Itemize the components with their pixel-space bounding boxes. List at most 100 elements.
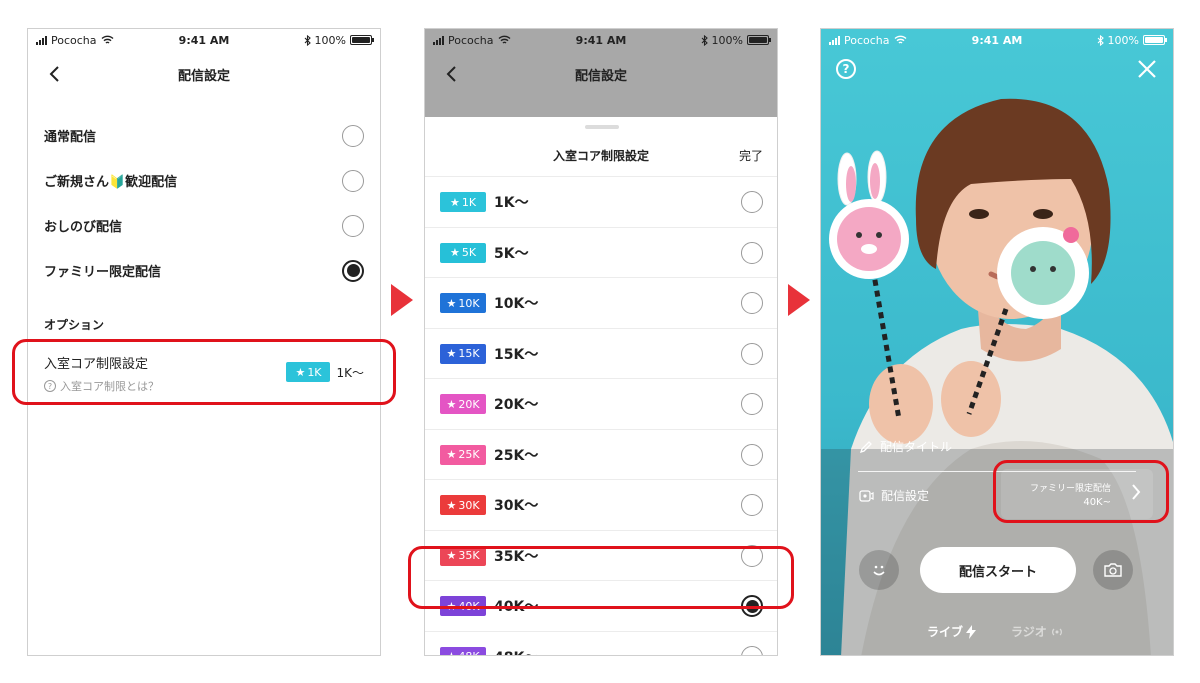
level-row[interactable]: ★48K 48K〜: [425, 630, 777, 655]
option-family-only[interactable]: ファミリー限定配信: [44, 248, 364, 293]
star-icon: ★: [446, 448, 457, 461]
option-normal[interactable]: 通常配信: [44, 113, 364, 158]
star-icon: ★: [446, 347, 457, 360]
back-button[interactable]: [42, 62, 66, 86]
star-icon: ★: [446, 498, 457, 512]
flow-arrow-icon: [391, 284, 413, 316]
option-label: ファミリー限定配信: [44, 265, 162, 280]
battery-icon: [747, 35, 771, 45]
radio-button[interactable]: [741, 443, 763, 466]
star-icon: ★: [446, 650, 456, 655]
level-badge-text: 25K: [458, 448, 480, 461]
radio-button[interactable]: [342, 169, 364, 192]
option-label: おしのび配信: [44, 220, 123, 235]
level-row[interactable]: ★ 20K 20K〜: [425, 378, 777, 429]
clock: 9:41 AM: [178, 33, 230, 47]
battery-icon: [1143, 35, 1167, 45]
radio-button[interactable]: [741, 393, 763, 415]
sheet-grip-handle[interactable]: [585, 125, 619, 129]
settings-icon: [859, 489, 874, 502]
sheet-title: 入室コア制限設定: [552, 149, 649, 163]
radio-button[interactable]: [741, 191, 763, 213]
clock: 9:41 AM: [575, 33, 627, 47]
level-row[interactable]: ★ 15K 15K〜: [425, 327, 777, 379]
highlight-frame: [408, 546, 794, 609]
carrier-name: Pococha: [51, 33, 97, 47]
star-icon: ★: [446, 397, 457, 411]
effects-button[interactable]: [859, 550, 899, 590]
stream-settings-label: 配信設定: [881, 489, 930, 503]
chevron-left-icon: [49, 66, 59, 82]
level-row[interactable]: ★ 10K 10K〜: [425, 277, 777, 328]
level-badge: ★ 30K: [440, 495, 486, 515]
section-options-label: オプション: [44, 318, 105, 332]
wifi-icon: [894, 35, 906, 44]
radio-button[interactable]: [741, 292, 763, 314]
smile-icon: [873, 565, 885, 576]
mode-radio-label: ラジオ: [1011, 625, 1047, 639]
signal-icon: [829, 35, 840, 45]
star-icon: ★: [446, 296, 457, 310]
carrier-name: Pococha: [448, 33, 494, 47]
status-bar: Pococha 9:41 AM 100%: [821, 29, 1173, 51]
star-icon: ★: [449, 195, 460, 209]
level-badge-text: 5K: [461, 246, 477, 259]
nav-bar: 配信設定: [425, 51, 777, 97]
radio-button[interactable]: [741, 645, 763, 655]
level-badge: ★ 1K: [440, 192, 486, 212]
level-row[interactable]: ★ 30K 30K〜: [425, 479, 777, 530]
level-label: 1K〜: [494, 195, 529, 211]
option-incognito[interactable]: おしのび配信: [44, 203, 364, 248]
level-badge: ★ 5K: [440, 242, 486, 263]
level-badge-text: 30K: [458, 498, 480, 512]
flow-arrow-icon: [788, 284, 810, 316]
nav-bar: 配信設定: [28, 51, 380, 97]
radio-button[interactable]: [741, 494, 763, 516]
level-label: 30K〜: [494, 498, 539, 514]
option-newcomer[interactable]: ご新規さん🔰歓迎配信: [44, 158, 364, 203]
level-badge: ★ 15K: [440, 343, 486, 364]
radio-button[interactable]: [342, 124, 364, 147]
clock: 9:41 AM: [971, 33, 1023, 47]
bluetooth-icon: [701, 34, 708, 46]
carrier-name: Pococha: [844, 33, 890, 47]
level-row[interactable]: ★ 25K 25K〜: [425, 428, 777, 480]
close-button[interactable]: [1135, 57, 1159, 81]
level-label: 10K〜: [494, 296, 539, 312]
mode-tab-radio[interactable]: ラジオ: [1011, 623, 1064, 640]
stream-title-field[interactable]: 配信タイトル: [859, 438, 952, 455]
level-row[interactable]: ★ 5K 5K〜: [425, 226, 777, 278]
level-badge-text: 1K: [461, 195, 477, 209]
radio-button-selected[interactable]: [342, 259, 364, 282]
mode-tab-live[interactable]: ライブ: [927, 623, 977, 640]
level-row[interactable]: ★ 1K 1K〜: [425, 176, 777, 227]
page-title: 配信設定: [574, 68, 627, 84]
level-badge-text: 20K: [458, 397, 480, 411]
level-label: 25K〜: [494, 447, 539, 464]
done-button[interactable]: 完了: [739, 147, 763, 164]
help-button[interactable]: ?: [836, 59, 856, 79]
level-badge: ★ 10K: [440, 293, 486, 313]
radio-button[interactable]: [342, 214, 364, 237]
close-icon: [1138, 60, 1156, 78]
signal-icon: [36, 35, 47, 45]
start-stream-button[interactable]: 配信スタート: [920, 547, 1076, 593]
back-button[interactable]: [439, 62, 463, 86]
wifi-icon: [498, 35, 510, 44]
stream-settings-link[interactable]: 配信設定: [859, 487, 929, 504]
level-label: 5K〜: [494, 245, 529, 262]
chevron-left-icon: [446, 66, 456, 82]
level-badge-text: 15K: [458, 347, 480, 360]
radio-button[interactable]: [741, 342, 763, 365]
option-label: ご新規さん🔰歓迎配信: [44, 175, 178, 190]
bluetooth-icon: [304, 34, 311, 46]
level-badge: ★48K: [440, 646, 486, 655]
status-bar: Pococha 9:41 AM 100%: [425, 29, 777, 51]
live-preview-screen: Pococha 9:41 AM 100% ? 配信タイトル 配信設定 ファミリー…: [820, 28, 1174, 656]
option-label: 通常配信: [44, 130, 97, 145]
radio-button[interactable]: [741, 241, 763, 264]
status-bar: Pococha 9:41 AM 100%: [28, 29, 380, 51]
battery-icon: [350, 35, 374, 45]
flip-camera-button[interactable]: [1093, 550, 1133, 590]
level-badge-text: 48K: [458, 650, 479, 655]
